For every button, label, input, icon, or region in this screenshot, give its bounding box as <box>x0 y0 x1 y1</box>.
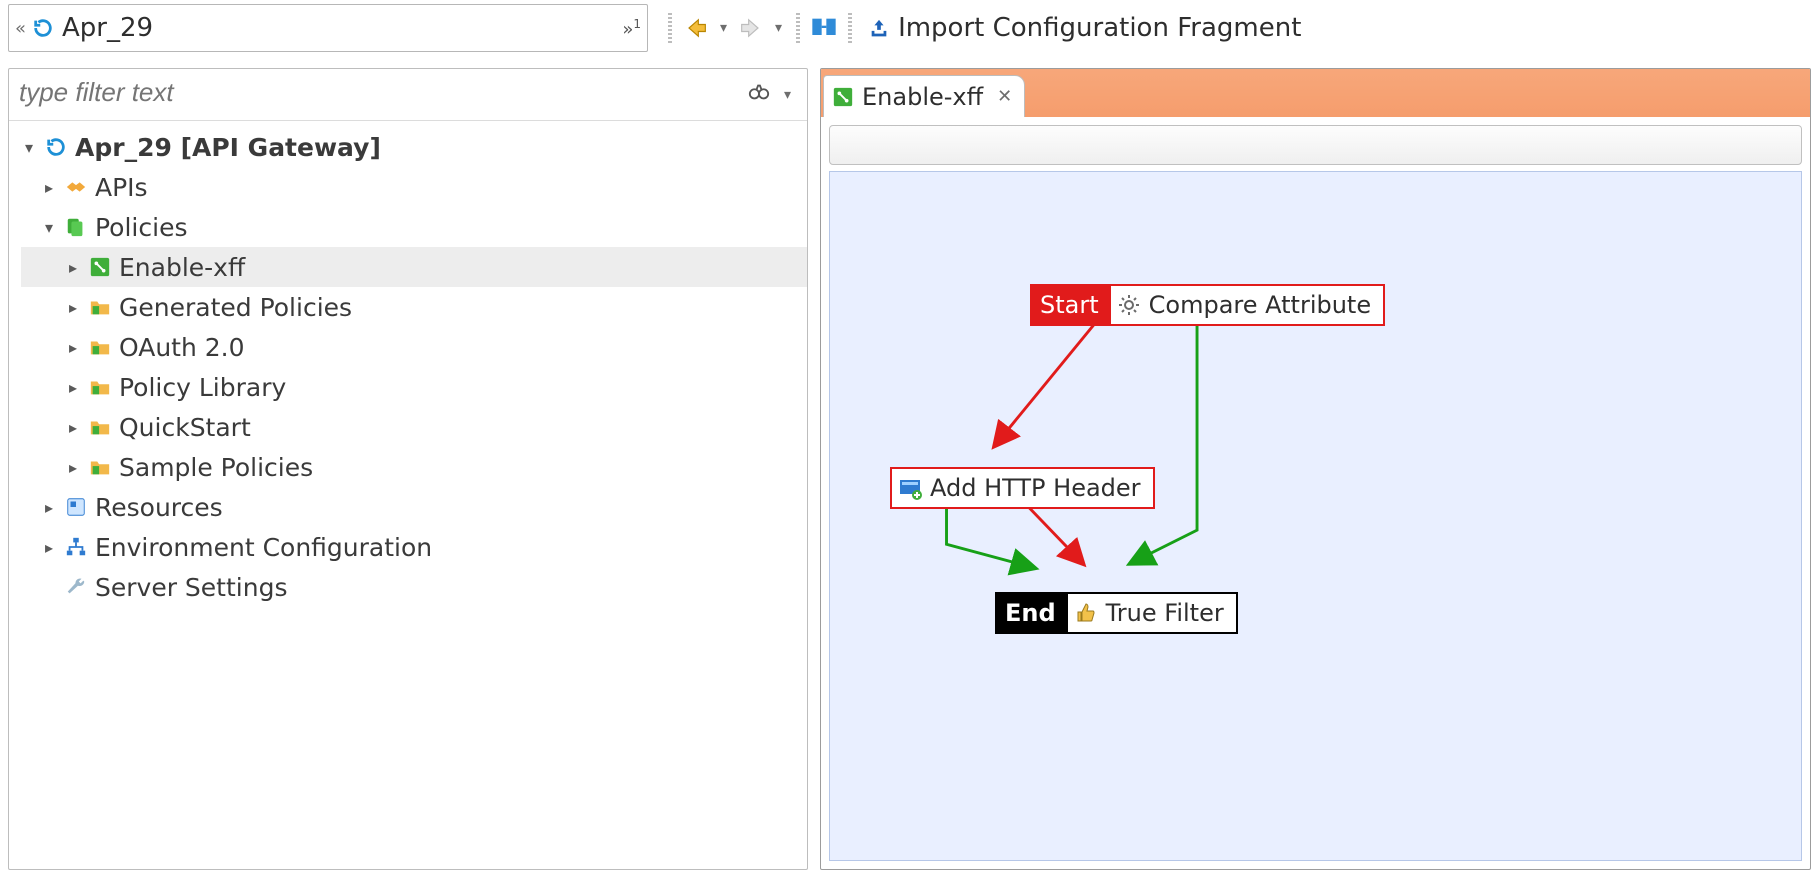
node-true-filter[interactable]: End True Filter <box>995 592 1238 634</box>
forward-menu-caret[interactable]: ▾ <box>771 20 786 36</box>
policy-folder-icon <box>89 296 111 318</box>
editor-tab-enable-xff[interactable]: Enable-xff ✕ <box>823 75 1025 117</box>
circuit-icon <box>832 86 854 108</box>
import-icon <box>868 17 890 39</box>
close-icon[interactable]: ✕ <box>997 86 1012 107</box>
navigator-panel: ▾ ▾ Apr_29 [API Gateway] ▸ APIs ▾ Polici… <box>8 68 808 870</box>
expand-toggle[interactable]: ▸ <box>65 258 81 277</box>
tree-label: Server Settings <box>95 573 287 602</box>
tree-item-library[interactable]: ▸ Policy Library <box>21 367 807 407</box>
import-config-label: Import Configuration Fragment <box>898 13 1301 43</box>
tree-item-quickstart[interactable]: ▸ QuickStart <box>21 407 807 447</box>
editor-panel: Enable-xff ✕ Start <box>820 68 1811 870</box>
header-icon <box>898 476 922 500</box>
expand-toggle[interactable]: ▸ <box>41 538 57 557</box>
import-config-button[interactable]: Import Configuration Fragment <box>862 13 1307 43</box>
project-tab-shelf[interactable]: « Apr_29 »1 <box>8 4 648 52</box>
forward-button[interactable] <box>737 14 765 42</box>
tree-label: Resources <box>95 493 223 522</box>
filter-menu-caret[interactable]: ▾ <box>784 87 791 103</box>
expand-toggle[interactable]: ▸ <box>41 498 57 517</box>
tree-label: Generated Policies <box>119 293 352 322</box>
refresh-icon <box>45 136 67 158</box>
editor-toolbar[interactable] <box>829 125 1802 165</box>
node-add-http-header[interactable]: Add HTTP Header <box>890 467 1155 509</box>
expand-toggle[interactable]: ▸ <box>65 338 81 357</box>
node-compare-attribute[interactable]: Start Compare Attribute <box>1030 284 1385 326</box>
filter-input[interactable] <box>9 69 748 120</box>
gear-icon <box>1117 293 1141 317</box>
tree-item-server[interactable]: Server Settings <box>21 567 807 607</box>
compare-config-button[interactable] <box>810 14 838 42</box>
tree-label: Policies <box>95 213 187 242</box>
tree-root-label: Apr_29 [API Gateway] <box>75 133 381 162</box>
tree-item-policies[interactable]: ▾ Policies <box>21 207 807 247</box>
handshake-icon <box>65 176 87 198</box>
expand-toggle[interactable]: ▸ <box>65 378 81 397</box>
overflow-indicator[interactable]: »1 <box>622 17 641 40</box>
tree-label: Policy Library <box>119 373 286 402</box>
navigator-tree[interactable]: ▾ Apr_29 [API Gateway] ▸ APIs ▾ Policies… <box>9 121 807 607</box>
tree-item-enable-xff[interactable]: ▸ Enable-xff <box>21 247 807 287</box>
thumbs-up-icon <box>1074 601 1098 625</box>
tree-label: Sample Policies <box>119 453 313 482</box>
separator <box>668 13 672 43</box>
expand-toggle[interactable]: ▸ <box>41 178 57 197</box>
back-menu-caret[interactable]: ▾ <box>716 20 731 36</box>
tree-item-envconf[interactable]: ▸ Environment Configuration <box>21 527 807 567</box>
expand-toggle[interactable]: ▸ <box>65 298 81 317</box>
tree-item-resources[interactable]: ▸ Resources <box>21 487 807 527</box>
node-label: Compare Attribute <box>1149 291 1371 319</box>
binoculars-icon[interactable] <box>748 81 770 109</box>
tree-label: APIs <box>95 173 148 202</box>
tree-item-apis[interactable]: ▸ APIs <box>21 167 807 207</box>
project-tab-title: Apr_29 <box>62 13 153 43</box>
top-toolbar: ▾ ▾ Import Configuration Fragment <box>656 0 1315 56</box>
expand-toggle[interactable]: ▾ <box>41 218 57 237</box>
tree-root[interactable]: ▾ Apr_29 [API Gateway] <box>21 127 807 167</box>
policy-folder-icon <box>89 456 111 478</box>
flow-connectors <box>830 172 1801 860</box>
tree-item-oauth[interactable]: ▸ OAuth 2.0 <box>21 327 807 367</box>
separator <box>796 13 800 43</box>
tree-label: Environment Configuration <box>95 533 432 562</box>
separator <box>848 13 852 43</box>
expand-toggle[interactable]: ▸ <box>65 418 81 437</box>
wrench-icon <box>65 576 87 598</box>
tree-item-generated[interactable]: ▸ Generated Policies <box>21 287 807 327</box>
tree-label: OAuth 2.0 <box>119 333 245 362</box>
editor-tabbar: Enable-xff ✕ <box>821 69 1810 117</box>
resources-icon <box>65 496 87 518</box>
policy-folder-icon <box>89 376 111 398</box>
back-button[interactable] <box>682 14 710 42</box>
refresh-icon <box>32 17 54 39</box>
chevron-double-icon: « <box>15 18 26 39</box>
node-label: True Filter <box>1106 599 1224 627</box>
node-end-tag: End <box>995 592 1066 634</box>
tree-label: Enable-xff <box>119 253 245 282</box>
tree-item-sample[interactable]: ▸ Sample Policies <box>21 447 807 487</box>
node-label: Add HTTP Header <box>930 474 1141 502</box>
tree-label: QuickStart <box>119 413 251 442</box>
policy-canvas[interactable]: Start Compare Attribute Add HTTP Header <box>829 171 1802 861</box>
expand-toggle[interactable]: ▾ <box>21 138 37 157</box>
node-start-tag: Start <box>1030 284 1109 326</box>
circuit-icon <box>89 256 111 278</box>
editor-tab-title: Enable-xff <box>862 83 983 111</box>
policy-folder-icon <box>89 416 111 438</box>
topology-icon <box>65 536 87 558</box>
filter-row: ▾ <box>9 69 807 121</box>
expand-toggle[interactable]: ▸ <box>65 458 81 477</box>
policy-icon <box>65 216 87 238</box>
policy-folder-icon <box>89 336 111 358</box>
